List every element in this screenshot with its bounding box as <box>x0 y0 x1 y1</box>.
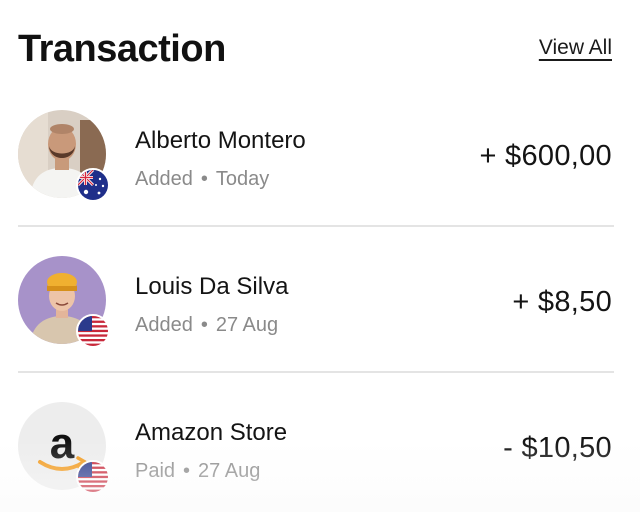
transaction-amount: + $8,50 <box>512 286 612 318</box>
transaction-meta: Paid • 27 Aug <box>135 458 260 484</box>
row-divider <box>18 371 614 373</box>
transaction-status: Added <box>135 168 193 190</box>
section-title: Transaction <box>18 28 226 70</box>
transaction-amount: - $10,50 <box>503 432 612 464</box>
transaction-status: Added <box>135 314 193 336</box>
transaction-amount: + $600,00 <box>479 140 612 172</box>
transaction-meta: Added • Today <box>135 166 269 192</box>
transaction-date: Today <box>215 168 270 190</box>
transaction-name: Louis Da Silva <box>135 273 289 300</box>
transaction-row-amazon-store[interactable]: a Amazon Store Paid • 27 Aug - $10,50 <box>0 388 640 518</box>
transaction-name: Alberto Montero <box>135 127 306 154</box>
svg-text:a: a <box>50 419 75 468</box>
australia-flag-icon <box>76 168 110 202</box>
transaction-date: 27 Aug <box>198 460 261 482</box>
transactions-header: Transaction View All <box>0 0 640 96</box>
transaction-row-alberto-montero[interactable]: Alberto Montero Added • Today + $600,00 <box>0 96 640 226</box>
meta-separator: • <box>200 314 208 336</box>
usa-flag-icon <box>76 460 110 494</box>
view-all-link[interactable]: View All <box>539 36 612 60</box>
meta-separator: • <box>200 168 208 190</box>
transaction-date: 27 Aug <box>215 314 279 336</box>
usa-flag-icon <box>76 314 110 348</box>
meta-separator: • <box>183 460 191 482</box>
transaction-meta: Added • 27 Aug <box>135 312 278 338</box>
transaction-name: Amazon Store <box>135 419 288 446</box>
transaction-status: Paid <box>135 460 176 482</box>
row-divider <box>18 225 614 227</box>
transaction-row-louis-da-silva[interactable]: Louis Da Silva Added • 27 Aug + $8,50 <box>0 242 640 372</box>
